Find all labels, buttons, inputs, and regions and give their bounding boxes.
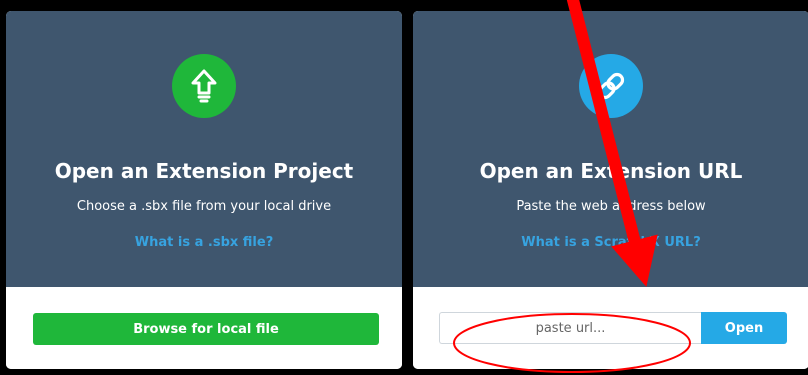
url-input[interactable] (439, 312, 701, 344)
open-project-card-header: Open an Extension Project Choose a .sbx … (6, 11, 402, 287)
open-url-button[interactable]: Open (701, 312, 787, 344)
open-project-description: Choose a .sbx file from your local drive (76, 199, 332, 214)
open-url-card-footer: Open (413, 287, 808, 369)
extension-dialog: Open an Extension Project Choose a .sbx … (0, 0, 808, 375)
upload-icon-badge (172, 54, 236, 118)
open-project-card-footer: Browse for local file (6, 287, 402, 369)
link-icon-badge (579, 54, 643, 118)
open-project-title: Open an Extension Project (54, 159, 354, 183)
upload-arrow-icon (191, 69, 217, 103)
open-url-title: Open an Extension URL (479, 159, 743, 183)
browse-local-file-button[interactable]: Browse for local file (33, 313, 379, 345)
open-url-card: Open an Extension URL Paste the web addr… (413, 11, 808, 369)
open-project-card: Open an Extension Project Choose a .sbx … (6, 11, 402, 369)
what-is-sbx-link[interactable]: What is a .sbx file? (6, 235, 402, 250)
link-icon (597, 72, 625, 100)
what-is-scratchx-url-link[interactable]: What is a ScratchX URL? (413, 235, 808, 250)
open-url-card-header: Open an Extension URL Paste the web addr… (413, 11, 808, 287)
open-url-description: Paste the web address below (516, 199, 706, 214)
